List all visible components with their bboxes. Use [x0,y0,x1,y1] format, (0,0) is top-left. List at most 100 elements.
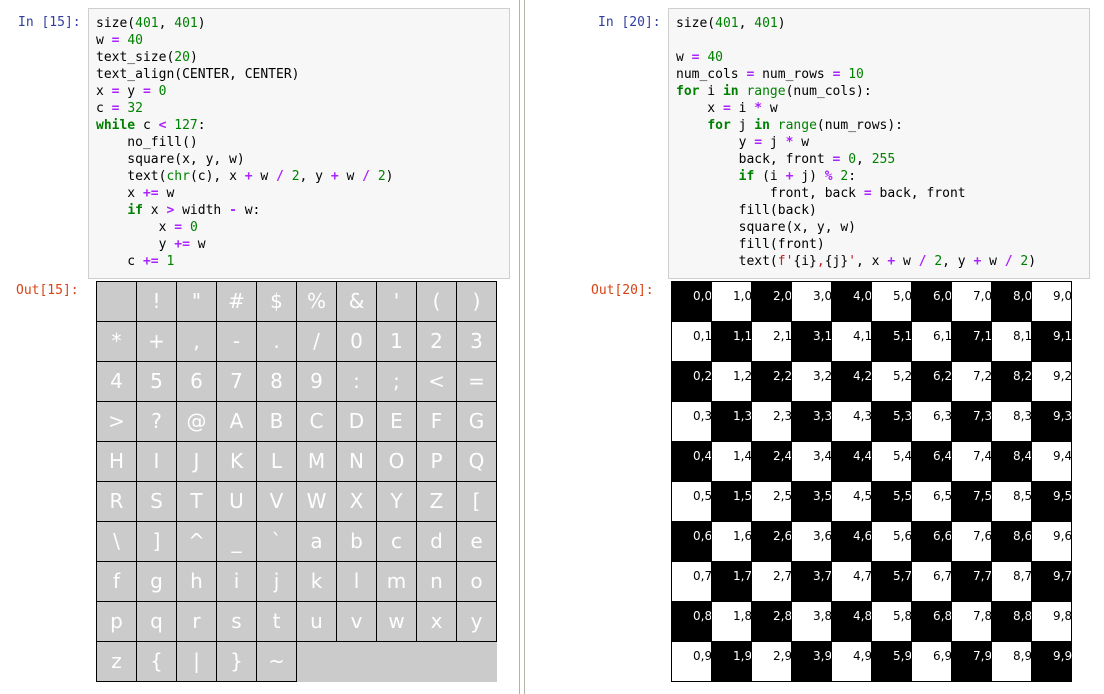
code-line: text_align(CENTER, CENTER) [96,66,502,83]
ascii-cell: b [336,521,377,562]
board-cell: 2,2 [751,361,792,402]
board-cell-label: 3,8 [813,610,832,623]
board-cell-label: 9,6 [1053,530,1072,543]
board-cell-label: 0,7 [693,570,712,583]
board-cell: 4,0 [831,281,872,322]
board-cell-label: 3,7 [813,570,832,583]
board-cell-label: 5,9 [893,650,912,663]
ascii-cell: # [216,281,257,322]
board-cell-label: 6,2 [933,370,952,383]
board-cell: 3,8 [791,601,832,642]
code-line: num_cols = num_rows = 10 [676,66,1082,83]
code-line: c = 32 [96,100,502,117]
code-cell-left[interactable]: size(401, 401)w = 40text_size(20)text_al… [88,8,510,279]
input-prompt-right: In [20]: [598,15,661,30]
board-cell-label: 9,1 [1053,330,1072,343]
board-cell-label: 3,9 [813,650,832,663]
board-cell-label: 9,5 [1053,490,1072,503]
ascii-cell: L [256,441,297,482]
code-line: for j in range(num_rows): [676,117,1082,134]
ascii-cell: O [376,441,417,482]
code-line: text(chr(c), x + w / 2, y + w / 2) [96,168,502,185]
board-cell: 3,0 [791,281,832,322]
board-cell: 4,4 [831,441,872,482]
code-line: size(401, 401) [676,15,1082,32]
board-cell: 0,2 [671,361,712,402]
ascii-cell: i [216,561,257,602]
board-cell-label: 0,9 [693,650,712,663]
ascii-cell: z [96,641,137,682]
ascii-cell: k [296,561,337,602]
board-cell: 0,8 [671,601,712,642]
ascii-cell: q [136,601,177,642]
code-line: fill(back) [676,202,1082,219]
ascii-cell: " [176,281,217,322]
ascii-cell: t [256,601,297,642]
board-cell-label: 4,7 [853,570,872,583]
board-cell: 2,6 [751,521,792,562]
ascii-cell: T [176,481,217,522]
board-cell-label: 9,4 [1053,450,1072,463]
board-cell: 7,4 [951,441,992,482]
board-cell-label: 4,8 [853,610,872,623]
board-cell-label: 2,6 [773,530,792,543]
board-cell-label: 2,1 [773,330,792,343]
board-cell: 3,5 [791,481,832,522]
board-cell-label: 1,1 [733,330,752,343]
code-line: text_size(20) [96,49,502,66]
board-cell: 7,3 [951,401,992,442]
board-cell: 6,7 [911,561,952,602]
board-cell: 0,3 [671,401,712,442]
board-cell: 6,5 [911,481,952,522]
code-cell-right[interactable]: size(401, 401) w = 40num_cols = num_rows… [668,8,1090,279]
board-cell-label: 1,0 [733,290,752,303]
board-cell-label: 0,5 [693,490,712,503]
board-cell-label: 0,0 [693,290,712,303]
ascii-cell: ' [376,281,417,322]
board-cell: 4,5 [831,481,872,522]
board-cell-label: 6,0 [933,290,952,303]
board-cell: 8,5 [991,481,1032,522]
ascii-cell: 0 [336,321,377,362]
board-cell: 5,5 [871,481,912,522]
board-cell: 8,8 [991,601,1032,642]
board-cell: 9,3 [1031,401,1072,442]
board-cell-label: 2,0 [773,290,792,303]
board-cell: 1,9 [711,641,752,682]
board-cell: 4,6 [831,521,872,562]
ascii-cell: y [456,601,497,642]
board-cell-label: 1,4 [733,450,752,463]
board-cell-label: 2,9 [773,650,792,663]
board-cell: 7,7 [951,561,992,602]
ascii-cell: ` [256,521,297,562]
ascii-cell: h [176,561,217,602]
pane-divider-right [524,0,525,694]
board-cell: 2,7 [751,561,792,602]
ascii-cell: g [136,561,177,602]
board-cell-label: 3,6 [813,530,832,543]
ascii-cell: ; [376,361,417,402]
ascii-cell: , [176,321,217,362]
board-cell: 7,5 [951,481,992,522]
ascii-cell: x [416,601,457,642]
board-cell-label: 0,6 [693,530,712,543]
board-cell: 5,1 [871,321,912,362]
output-prompt-left: Out[15]: [16,283,79,298]
ascii-cell: e [456,521,497,562]
ascii-cell: . [256,321,297,362]
board-cell-label: 7,9 [973,650,992,663]
code-line: back, front = 0, 255 [676,151,1082,168]
ascii-grid: !"#$%&'()*+,-./0123456789:;<=>?@ABCDEFGH… [96,281,497,682]
board-cell: 4,3 [831,401,872,442]
ascii-cell: A [216,401,257,442]
board-cell-label: 1,6 [733,530,752,543]
board-cell-label: 9,3 [1053,410,1072,423]
ascii-cell: n [416,561,457,602]
board-cell-label: 5,0 [893,290,912,303]
board-cell-label: 7,2 [973,370,992,383]
board-cell-label: 4,5 [853,490,872,503]
ascii-cell: ~ [256,641,297,682]
board-cell: 3,7 [791,561,832,602]
board-cell-label: 9,8 [1053,610,1072,623]
ascii-cell: j [256,561,297,602]
